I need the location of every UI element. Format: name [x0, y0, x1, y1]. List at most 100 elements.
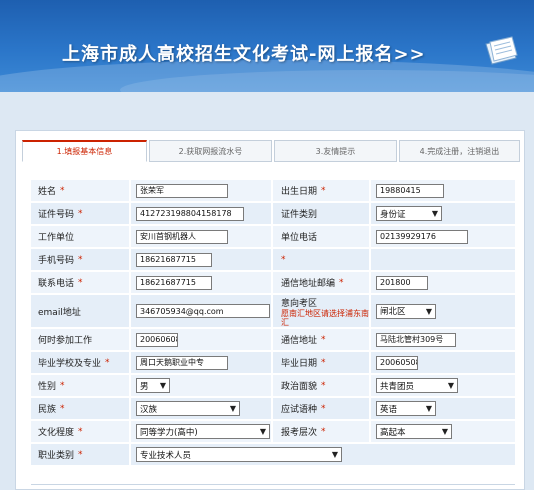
language-value: 英语 [380, 404, 398, 415]
exam-area-note: 愿南汇地区请选择浦东南汇 [281, 308, 369, 327]
employer-phone-input[interactable]: 02139929176 [376, 229, 468, 244]
address-input[interactable]: 马陆北管村309号 [376, 332, 456, 347]
id-type-value: 身份证 [380, 209, 406, 220]
ethnicity-value: 汉族 [140, 404, 158, 415]
chevron-down-icon: ▼ [441, 427, 448, 436]
work-start-input[interactable]: 20060608 [136, 332, 178, 347]
political-value: 共青团员 [380, 381, 415, 392]
tab-step-2[interactable]: 2.获取网报流水号 [148, 140, 272, 162]
chevron-down-icon: ▼ [447, 381, 454, 390]
chevron-down-icon: ▼ [425, 404, 432, 413]
postcode-input[interactable]: 201800 [376, 275, 428, 290]
education-label: 文化程度 [38, 428, 75, 438]
required-mark: * [339, 277, 344, 288]
school-label: 毕业学校及专业 [38, 359, 102, 369]
exam-area-value: 闸北区 [380, 307, 406, 317]
id-number-input[interactable]: 412723198804158178 [136, 206, 244, 221]
form-row: 何时参加工作 20060608 通信地址 * 马陆北管村309号 [31, 329, 515, 352]
form-row: 性别 * 男 ▼ 政治面貌 * 共青团员 ▼ [31, 375, 515, 398]
required-mark: * [78, 449, 83, 460]
contact-phone-input[interactable]: 18621687715 [136, 275, 212, 290]
school-input[interactable]: 周口天鹅职业中专 [136, 355, 228, 370]
name-input[interactable]: 张荣军 [136, 183, 228, 198]
gender-select[interactable]: 男 ▼ [136, 378, 170, 393]
form-row: 文化程度 * 同等学力(高中) ▼ 报考层次 * 高起本 ▼ [31, 421, 515, 444]
email-input[interactable]: 346705934@qq.com [136, 304, 270, 318]
tab-step-4[interactable]: 4.完成注册，注销退出 [398, 140, 520, 162]
exam-area-label: 意向考区 [281, 298, 318, 309]
form-row: 姓名 * 张荣军 出生日期 * 19880415 [31, 180, 515, 203]
form-bottom-divider [31, 484, 515, 485]
chevron-down-icon: ▼ [331, 450, 338, 459]
grad-date-input[interactable]: 20060508 [376, 355, 418, 370]
chevron-down-icon: ▼ [229, 404, 236, 413]
required-mark: * [78, 277, 83, 288]
id-number-label: 证件号码 [38, 210, 75, 220]
required-mark: * [78, 254, 83, 265]
required-mark: * [105, 357, 110, 368]
education-select[interactable]: 同等学力(高中) ▼ [136, 424, 270, 439]
employer-label: 工作单位 [38, 233, 75, 243]
form-row: 证件号码 * 412723198804158178 证件类别 身份证 ▼ [31, 203, 515, 226]
id-type-select[interactable]: 身份证 ▼ [376, 206, 442, 221]
required-mark: * [60, 403, 65, 414]
id-type-label: 证件类别 [281, 210, 318, 220]
required-mark: * [321, 357, 326, 368]
employer-input[interactable]: 安川首钢机器人 [136, 229, 228, 244]
required-mark: * [321, 334, 326, 345]
level-label: 报考层次 [281, 428, 318, 438]
mobile-label: 手机号码 [38, 256, 75, 266]
occupation-value: 专业技术人员 [140, 450, 192, 461]
form-row: 工作单位 安川首钢机器人 单位电话 02139929176 [31, 226, 515, 249]
occupation-label: 职业类别 [38, 451, 75, 461]
form-row: 职业类别 * 专业技术人员 ▼ [31, 444, 515, 467]
form-row: 手机号码 * 18621687715 * [31, 249, 515, 272]
grad-date-label: 毕业日期 [281, 359, 318, 369]
form-row: email地址 346705934@qq.com 意向考区 愿南汇地区请选择浦东… [31, 295, 515, 329]
address-label: 通信地址 [281, 336, 318, 346]
gender-label: 性别 [38, 382, 57, 392]
ethnicity-label: 民族 [38, 405, 57, 415]
registration-form: 姓名 * 张荣军 出生日期 * 19880415 证件号码 * 41272319880… [31, 180, 515, 467]
chevron-down-icon: ▼ [431, 209, 438, 218]
form-row: 联系电话 * 18621687715 通信地址邮编 * 201800 [31, 272, 515, 295]
level-select[interactable]: 高起本 ▼ [376, 424, 452, 439]
contact-phone-label: 联系电话 [38, 279, 75, 289]
birth-input[interactable]: 19880415 [376, 183, 444, 198]
tab-step-3[interactable]: 3.友情提示 [273, 140, 397, 162]
language-select[interactable]: 英语 ▼ [376, 401, 436, 416]
email-label: email地址 [38, 307, 81, 318]
required-mark: * [78, 208, 83, 219]
language-label: 应试语种 [281, 405, 318, 415]
required-mark: * [78, 426, 83, 437]
work-start-label: 何时参加工作 [38, 336, 93, 346]
ethnicity-select[interactable]: 汉族 ▼ [136, 401, 240, 416]
page-title: 上海市成人高校招生文化考试-网上报名>> [62, 44, 426, 65]
required-mark: * [321, 403, 326, 414]
employer-phone-label: 单位电话 [281, 233, 318, 243]
occupation-select[interactable]: 专业技术人员 ▼ [136, 447, 342, 462]
exam-area-select[interactable]: 闸北区 ▼ [376, 303, 436, 319]
required-mark: * [321, 185, 326, 196]
birth-label: 出生日期 [281, 187, 318, 197]
name-label: 姓名 [38, 187, 57, 197]
book-icon [485, 36, 518, 65]
political-select[interactable]: 共青团员 ▼ [376, 378, 458, 393]
mobile-input[interactable]: 18621687715 [136, 252, 212, 267]
required-mark: * [60, 380, 65, 391]
header-banner: 上海市成人高校招生文化考试-网上报名>> [0, 0, 534, 92]
form-row: 毕业学校及专业 * 周口天鹅职业中专 毕业日期 * 20060508 [31, 352, 515, 375]
postcode-label: 通信地址邮编 [281, 279, 336, 289]
chevron-down-icon: ▼ [425, 306, 432, 316]
education-value: 同等学力(高中) [140, 427, 198, 438]
level-value: 高起本 [380, 427, 406, 438]
required-mark: * [60, 185, 65, 196]
tab-step-1[interactable]: 1.填报基本信息 [22, 140, 147, 162]
step-tabs: 1.填报基本信息 2.获取网报流水号 3.友情提示 4.完成注册，注销退出 [22, 140, 522, 162]
chevron-down-icon: ▼ [259, 427, 266, 436]
required-mark: * [321, 380, 326, 391]
form-row: 民族 * 汉族 ▼ 应试语种 * 英语 ▼ [31, 398, 515, 421]
gender-value: 男 [140, 381, 149, 392]
required-mark: * [281, 254, 286, 265]
political-label: 政治面貌 [281, 382, 318, 392]
